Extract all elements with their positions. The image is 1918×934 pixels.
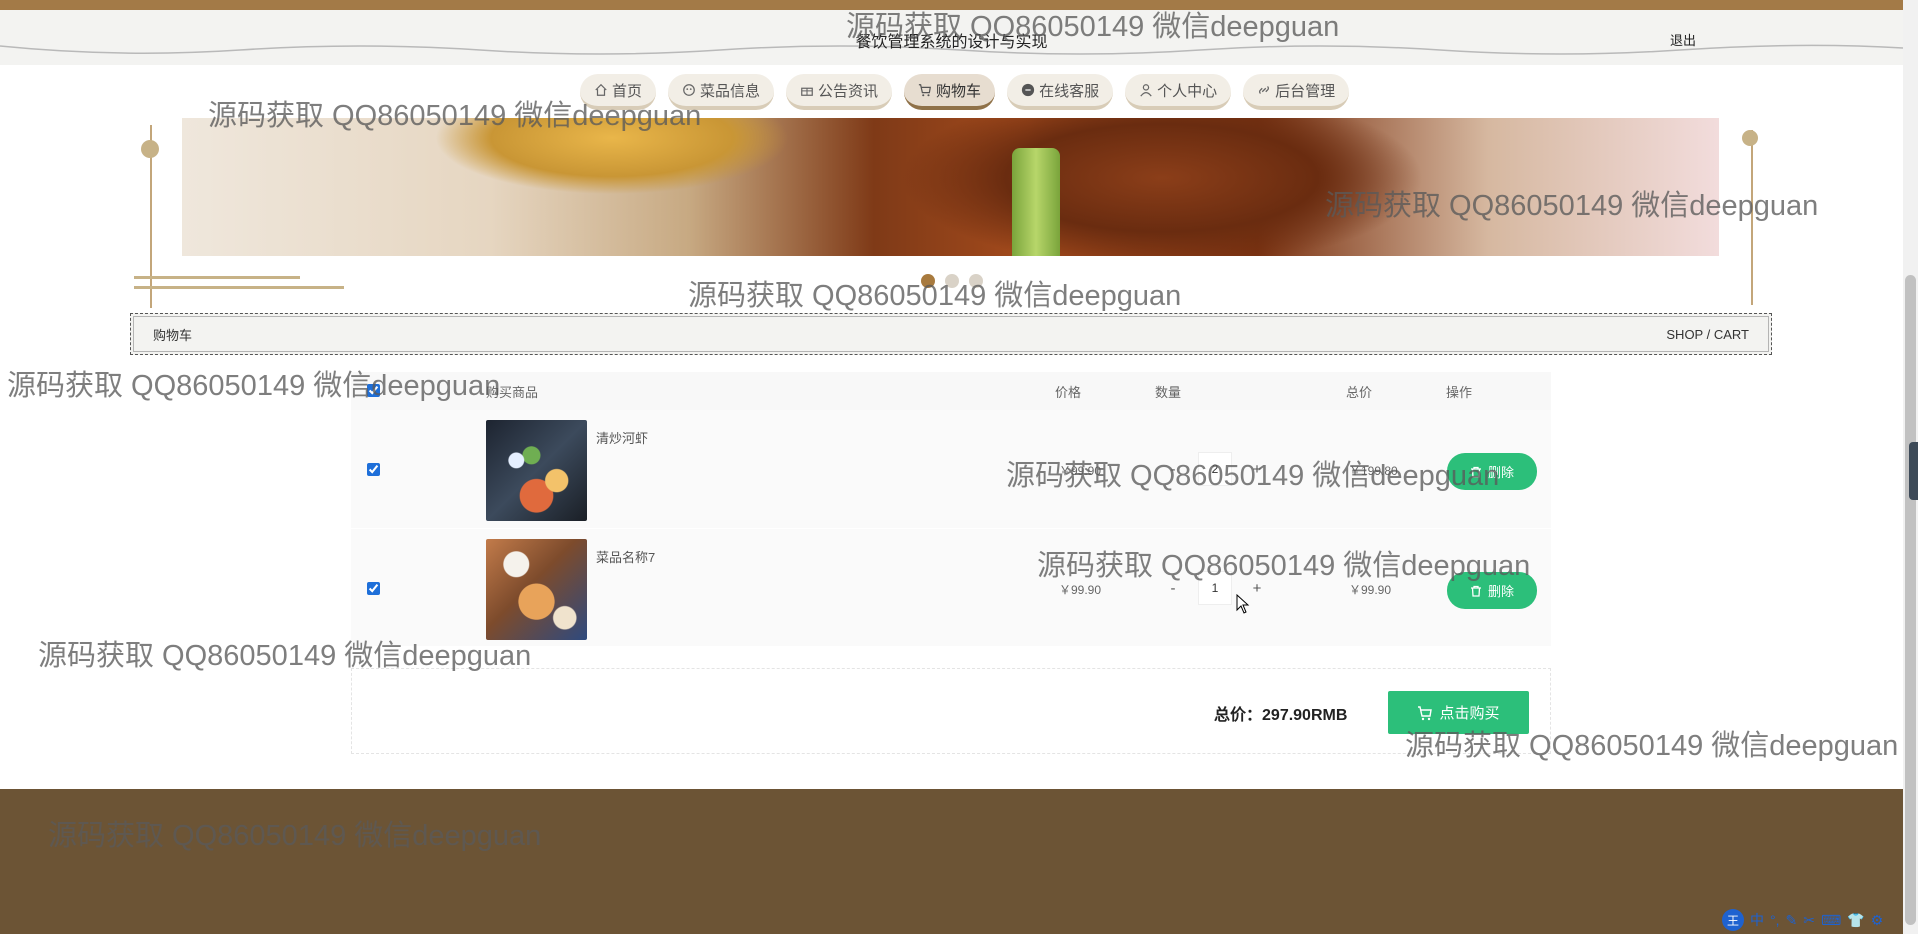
select-all-checkbox[interactable]	[367, 384, 380, 397]
home-icon	[595, 83, 607, 96]
buy-button-label: 点击购买	[1439, 705, 1500, 722]
banner-image[interactable]	[182, 118, 1719, 256]
nav-item-service[interactable]: 在线客服	[1007, 74, 1114, 110]
product-name[interactable]: 菜品名称7	[596, 547, 655, 566]
cart-table: 购买商品 价格 数量 总价 操作 清炒河虾 ￥99.90 - 2 + ￥199.…	[351, 372, 1551, 646]
footer	[0, 789, 1903, 934]
top-accent-strip	[0, 0, 1903, 10]
logout-link[interactable]: 退出	[1670, 30, 1696, 49]
delete-label: 删除	[1487, 465, 1514, 480]
header-quantity: 数量	[1155, 384, 1182, 400]
gift-icon	[801, 87, 813, 96]
nav-item-home[interactable]: 首页	[580, 74, 657, 110]
delete-button[interactable]: 删除	[1447, 572, 1537, 609]
breadcrumb: 购物车 SHOP / CART	[130, 313, 1772, 355]
product-price: ￥99.90	[1059, 583, 1102, 597]
keyboard-icon[interactable]: ⌨	[1821, 912, 1841, 929]
increase-button[interactable]: +	[1250, 580, 1264, 597]
slide-dot-1[interactable]	[921, 274, 935, 288]
cart-row: 清炒河虾 ￥99.90 - 2 + ￥199.80 删除	[351, 410, 1551, 528]
cart-icon	[1418, 705, 1433, 720]
quantity-input[interactable]: 1	[1198, 571, 1232, 605]
decrease-button[interactable]: -	[1166, 461, 1180, 478]
ime-badge[interactable]: 王	[1722, 909, 1744, 931]
mouse-cursor-icon	[1236, 594, 1250, 614]
header-total: 总价	[1346, 384, 1373, 400]
gear-icon[interactable]: ⚙	[1871, 912, 1884, 929]
nav-item-label: 公告资讯	[818, 82, 879, 100]
ime-mode[interactable]: 中	[1750, 910, 1764, 930]
delete-label: 删除	[1487, 584, 1514, 599]
side-handle[interactable]	[1909, 442, 1918, 500]
cart-icon	[918, 84, 932, 97]
quantity-stepper: - 2 +	[1166, 452, 1264, 486]
chat-icon	[1021, 83, 1035, 97]
product-price: ￥99.90	[1059, 464, 1102, 478]
breadcrumb-title: 购物车	[153, 327, 193, 343]
main-nav: 首页 菜品信息 公告资讯 购物车 在线客服 个人中心 后台管理	[580, 74, 1350, 110]
buy-button[interactable]: 点击购买	[1388, 691, 1529, 734]
banner-left-rule-bottom	[134, 286, 344, 289]
user-icon	[1140, 84, 1152, 97]
banner-pagination	[921, 274, 983, 288]
nav-item-news[interactable]: 公告资讯	[786, 74, 893, 110]
nav-item-label: 菜品信息	[700, 82, 761, 100]
header-action: 操作	[1446, 384, 1473, 400]
banner-right-dot	[1742, 130, 1758, 146]
row-checkbox[interactable]	[367, 463, 380, 476]
product-image[interactable]	[486, 539, 587, 640]
trash-icon	[1470, 585, 1481, 597]
nav-item-label: 首页	[612, 82, 643, 100]
summary-total: 总价：297.90RMB	[1214, 707, 1348, 724]
scrollbar-thumb[interactable]	[1905, 275, 1916, 925]
cart-row: 菜品名称7 ￥99.90 - 1 + ￥99.90 删除	[351, 528, 1551, 646]
delete-button[interactable]: 删除	[1447, 453, 1537, 490]
header-product: 购买商品	[486, 384, 539, 400]
nav-item-admin[interactable]: 后台管理	[1243, 74, 1350, 110]
nav-item-label: 在线客服	[1039, 82, 1100, 100]
shirt-icon[interactable]: 👕	[1847, 912, 1864, 929]
trash-icon	[1470, 466, 1481, 478]
row-total: ￥99.90	[1349, 583, 1392, 597]
nav-item-profile[interactable]: 个人中心	[1125, 74, 1232, 110]
banner-left-dot	[141, 140, 159, 158]
nav-item-dishes[interactable]: 菜品信息	[668, 74, 775, 110]
banner-right-line	[1751, 130, 1753, 305]
cart-summary: 总价：297.90RMB 点击购买	[351, 668, 1551, 754]
ime-toolbar[interactable]: 王 中 °, ✎ ✂ ⌨ 👕 ⚙	[1722, 908, 1883, 932]
nav-item-cart[interactable]: 购物车	[904, 74, 996, 110]
slide-dot-2[interactable]	[945, 274, 959, 288]
scissors-icon[interactable]: ✂	[1803, 912, 1815, 929]
slide-dot-3[interactable]	[969, 274, 983, 288]
row-checkbox[interactable]	[367, 582, 380, 595]
pen-icon[interactable]: ✎	[1786, 912, 1798, 929]
nav-item-label: 个人中心	[1157, 82, 1218, 100]
banner-left-rule-top	[134, 276, 300, 279]
product-image[interactable]	[486, 420, 587, 521]
nav-item-label: 购物车	[936, 82, 982, 100]
link-icon	[1259, 85, 1270, 95]
decrease-button[interactable]: -	[1166, 580, 1180, 597]
banner-image-detail	[1012, 148, 1060, 256]
product-name[interactable]: 清炒河虾	[596, 428, 648, 447]
punctuation-icon[interactable]: °,	[1770, 912, 1780, 928]
nav-item-label: 后台管理	[1275, 82, 1336, 100]
increase-button[interactable]: +	[1250, 461, 1264, 478]
dish-icon	[683, 84, 695, 96]
breadcrumb-subtitle: SHOP / CART	[1666, 326, 1749, 342]
header-price: 价格	[1055, 384, 1082, 400]
quantity-input[interactable]: 2	[1198, 452, 1232, 486]
site-title: 餐饮管理系统的设计与实现	[855, 34, 1048, 51]
cart-table-header: 购买商品 价格 数量 总价 操作	[351, 372, 1551, 410]
row-total: ￥199.80	[1349, 464, 1398, 478]
